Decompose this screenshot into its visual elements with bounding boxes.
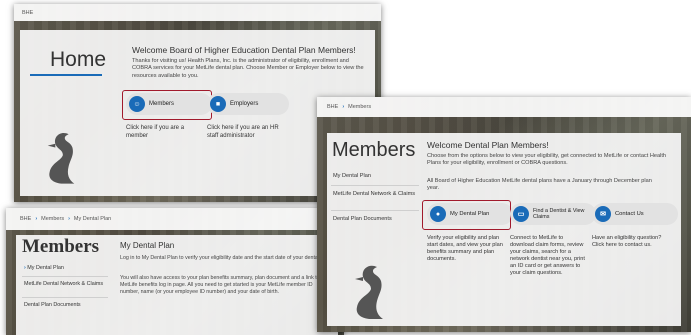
contact-us-label: Contact Us [615,211,644,217]
find-dentist-description: Connect to MetLife to download claim for… [510,235,585,276]
sidebar-item-network-claims[interactable]: MetLife Dental Network & Claims [333,191,417,199]
plan-card: Members › My Dental Plan MetLife Dental … [16,235,338,335]
sidebar-divider [22,297,108,298]
members-card: Members My Dental Plan MetLife Dental Ne… [327,133,681,326]
sidebar-divider [22,276,108,277]
welcome-heading: Welcome Dental Plan Members! [427,140,549,150]
page-title: Home [50,48,107,71]
sidebar-item-label: My Dental Plan [27,265,64,271]
members-highlight [122,90,212,120]
employers-icon: ■ [210,96,226,112]
find-dentist-button[interactable]: ▭ Find a Dentist & View Claims [510,203,596,225]
welcome-heading: Welcome Board of Higher Education Dental… [132,45,356,55]
breadcrumb-home[interactable]: BHE [20,216,31,222]
intro-text: Thanks for visiting us! Health Plans, In… [132,58,364,79]
members-description: Click here if you are a member [126,125,185,139]
dental-plan-screenshot: BHE › Members › My Dental Plan Members ›… [6,208,344,335]
plan-year-note: All Board of Higher Education MetLife de… [427,178,652,192]
breadcrumb-current: My Dental Plan [73,216,112,222]
breadcrumb-chevron-icon: › [35,216,38,222]
sidebar-item-plan-documents[interactable]: Dental Plan Documents [333,216,392,222]
sidebar-item-plan-documents[interactable]: Dental Plan Documents [24,302,81,308]
sidebar-item-network-claims[interactable]: MetLife Dental Network & Claims [24,281,106,288]
breadcrumb-home[interactable]: BHE [22,10,33,16]
employers-button[interactable]: ■ Employers [207,93,289,115]
find-dentist-label: Find a Dentist & View Claims [533,207,585,220]
members-screenshot: BHE › Members Members My Dental Plan Met… [317,97,691,332]
contact-us-description: Have an eligibility question? Click here… [592,235,662,248]
section-heading: My Dental Plan [120,241,175,250]
employers-label: Employers [230,101,259,107]
my-dental-plan-highlight [422,200,511,230]
paragraph-login: Log in to My Dental Plan to verify your … [120,255,332,261]
breadcrumb-current: Members [348,104,372,110]
contact-us-button[interactable]: ✉ Contact Us [592,203,678,225]
breadcrumb-members[interactable]: Members [41,216,64,222]
paragraph-access: You will also have access to your plan b… [120,275,332,295]
intro-text: Choose from the options below to view yo… [427,153,667,167]
my-dental-plan-description: Verify your eligibility and plan start d… [427,235,503,262]
page-title: Members [332,139,416,161]
breadcrumb-chevron-icon: › [68,216,70,222]
sidebar-divider [331,210,419,211]
computer-icon: ▭ [513,206,529,222]
page-title: Members [22,236,100,257]
mascot-logo [47,132,75,184]
mascot-logo [355,265,383,319]
breadcrumb-chevron-icon: › [342,104,345,110]
employers-description: Click here if you are an HR staff admini… [207,125,279,139]
sidebar-divider [331,185,419,186]
envelope-icon: ✉ [595,206,611,222]
chevron-right-icon: › [24,265,26,271]
sidebar-item-my-dental-plan[interactable]: › My Dental Plan [24,265,64,271]
breadcrumb-home[interactable]: BHE [327,104,338,110]
top-bar: BHE › Members [317,97,691,117]
title-underline [30,74,102,76]
top-bar: BHE [14,4,381,21]
top-bar: BHE › Members › My Dental Plan [6,208,344,230]
sidebar-item-my-dental-plan[interactable]: My Dental Plan [333,173,371,179]
